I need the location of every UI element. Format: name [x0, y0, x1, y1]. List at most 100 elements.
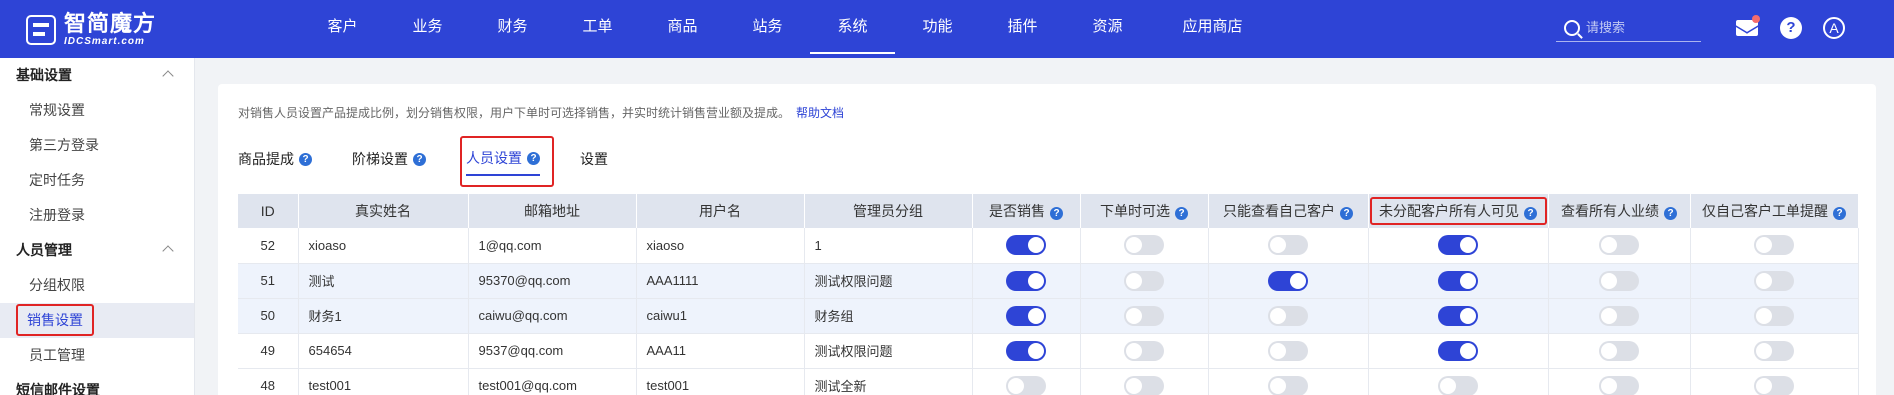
- col-is-sales: 是否销售?: [972, 194, 1081, 228]
- avatar[interactable]: A: [1823, 17, 1845, 39]
- cell-name: 财务1: [298, 298, 469, 334]
- sidebar-group-staff[interactable]: 人员管理: [0, 233, 194, 268]
- cell-view-all-performance: [1548, 333, 1691, 369]
- own-ticket-reminder-toggle[interactable]: [1754, 340, 1794, 361]
- own-customers-only-toggle[interactable]: [1268, 340, 1308, 361]
- tab-staff-settings[interactable]: 人员设置?: [460, 136, 554, 187]
- nav-app-store[interactable]: 应用商店: [1150, 0, 1275, 54]
- logo[interactable]: 智简魔方 IDCSmart.com: [26, 10, 156, 50]
- cell-own-ticket-reminder: [1690, 263, 1859, 299]
- unassigned-visible-toggle[interactable]: [1438, 270, 1478, 291]
- tab-label: 商品提成: [238, 151, 294, 167]
- unassigned-visible-toggle[interactable]: [1438, 375, 1478, 395]
- search-icon[interactable]: [1564, 19, 1580, 36]
- unassigned-visible-toggle[interactable]: [1438, 235, 1478, 256]
- cell-group: 测试全新: [804, 368, 973, 395]
- nav-ticket[interactable]: 工单: [555, 0, 640, 54]
- view-all-performance-toggle[interactable]: [1599, 375, 1639, 395]
- sidebar-item-register-login[interactable]: 注册登录: [0, 198, 194, 233]
- unassigned-visible-toggle[interactable]: [1438, 340, 1478, 361]
- sidebar-item-cron[interactable]: 定时任务: [0, 163, 194, 198]
- sidebar-item-group-permission[interactable]: 分组权限: [0, 268, 194, 303]
- sidebar-item-third-party-login[interactable]: 第三方登录: [0, 128, 194, 163]
- cell-selectable-on-order: [1080, 368, 1209, 395]
- own-customers-only-toggle[interactable]: [1268, 270, 1308, 291]
- sidebar-group-label: 人员管理: [16, 242, 72, 258]
- question-icon[interactable]: ?: [1664, 207, 1677, 220]
- help-icon[interactable]: ?: [1780, 17, 1802, 39]
- own-ticket-reminder-toggle[interactable]: [1754, 305, 1794, 326]
- view-all-performance-toggle[interactable]: [1599, 305, 1639, 326]
- help-doc-link[interactable]: 帮助文档: [796, 106, 844, 120]
- question-icon[interactable]: ?: [1833, 207, 1846, 220]
- own-customers-only-toggle[interactable]: [1268, 375, 1308, 395]
- question-icon[interactable]: ?: [527, 151, 540, 165]
- col-own-ticket-reminder: 仅自己客户工单提醒?: [1690, 194, 1859, 228]
- is-sales-toggle[interactable]: [1006, 340, 1046, 361]
- sidebar-item-sales-settings[interactable]: 销售设置: [0, 303, 194, 338]
- table-row: 52 xioaso 1@qq.com xiaoso 1: [238, 228, 1859, 264]
- question-icon[interactable]: ?: [1524, 207, 1537, 220]
- cell-is-sales: [972, 298, 1081, 334]
- nav-product[interactable]: 商品: [640, 0, 725, 54]
- question-icon[interactable]: ?: [413, 152, 426, 166]
- sidebar-item-staff-management[interactable]: 员工管理: [0, 338, 194, 373]
- search-box: [1556, 14, 1701, 42]
- cell-own-customers-only: [1208, 228, 1369, 264]
- own-ticket-reminder-toggle[interactable]: [1754, 270, 1794, 291]
- question-icon[interactable]: ?: [1050, 207, 1063, 220]
- selectable-on-order-toggle[interactable]: [1124, 340, 1164, 361]
- cell-unassigned-visible: [1368, 333, 1549, 369]
- view-all-performance-toggle[interactable]: [1599, 340, 1639, 361]
- search-input[interactable]: [1586, 20, 1696, 35]
- sidebar-group-basic[interactable]: 基础设置: [0, 58, 194, 93]
- sidebar-group-label: 基础设置: [16, 67, 72, 83]
- cell-own-ticket-reminder: [1690, 333, 1859, 369]
- sidebar-group-sms-email[interactable]: 短信邮件设置: [0, 373, 194, 395]
- nav-feature[interactable]: 功能: [895, 0, 980, 54]
- selectable-on-order-toggle[interactable]: [1124, 305, 1164, 326]
- cell-username: AAA11: [636, 333, 805, 369]
- is-sales-toggle[interactable]: [1006, 305, 1046, 326]
- cell-view-all-performance: [1548, 263, 1691, 299]
- unassigned-visible-toggle[interactable]: [1438, 305, 1478, 326]
- cell-is-sales: [972, 368, 1081, 395]
- view-all-performance-toggle[interactable]: [1599, 235, 1639, 256]
- selectable-on-order-toggle[interactable]: [1124, 235, 1164, 256]
- nav-business[interactable]: 业务: [385, 0, 470, 54]
- nav-finance[interactable]: 财务: [470, 0, 555, 54]
- own-ticket-reminder-toggle[interactable]: [1754, 235, 1794, 256]
- nav-resource[interactable]: 资源: [1065, 0, 1150, 54]
- own-ticket-reminder-toggle[interactable]: [1754, 375, 1794, 395]
- nav-customer[interactable]: 客户: [300, 0, 385, 54]
- view-all-performance-toggle[interactable]: [1599, 270, 1639, 291]
- sidebar-item-general[interactable]: 常规设置: [0, 93, 194, 128]
- tab-product-commission[interactable]: 商品提成?: [238, 142, 312, 176]
- table-row: 51 测试 95370@qq.com AAA1111 测试权限问题: [238, 263, 1859, 299]
- tab-settings[interactable]: 设置: [580, 142, 608, 176]
- is-sales-toggle[interactable]: [1006, 270, 1046, 291]
- staff-table: ID 真实姓名 邮箱地址 用户名 管理员分组 是否销售? 下单时可选? 只能查看…: [238, 194, 1859, 395]
- question-icon[interactable]: ?: [1175, 207, 1188, 220]
- own-customers-only-toggle[interactable]: [1268, 235, 1308, 256]
- cell-id: 52: [238, 228, 299, 264]
- is-sales-toggle[interactable]: [1006, 235, 1046, 256]
- selectable-on-order-toggle[interactable]: [1124, 375, 1164, 395]
- cell-id: 51: [238, 263, 299, 299]
- own-customers-only-toggle[interactable]: [1268, 305, 1308, 326]
- tab-bar: 商品提成? 阶梯设置? 人员设置? 设置: [238, 136, 648, 187]
- nav-site[interactable]: 站务: [725, 0, 810, 54]
- is-sales-toggle[interactable]: [1006, 375, 1046, 395]
- question-icon[interactable]: ?: [1340, 207, 1353, 220]
- nav-system[interactable]: 系统: [810, 0, 895, 54]
- nav-plugin[interactable]: 插件: [980, 0, 1065, 54]
- cell-own-ticket-reminder: [1690, 368, 1859, 395]
- tab-tier-settings[interactable]: 阶梯设置?: [352, 142, 426, 176]
- table-header-row: ID 真实姓名 邮箱地址 用户名 管理员分组 是否销售? 下单时可选? 只能查看…: [238, 194, 1859, 228]
- col-email: 邮箱地址: [468, 194, 637, 228]
- question-icon[interactable]: ?: [299, 152, 312, 166]
- selectable-on-order-toggle[interactable]: [1124, 270, 1164, 291]
- cell-name: 654654: [298, 333, 469, 369]
- tab-label: 人员设置: [466, 150, 522, 166]
- cell-own-ticket-reminder: [1690, 298, 1859, 334]
